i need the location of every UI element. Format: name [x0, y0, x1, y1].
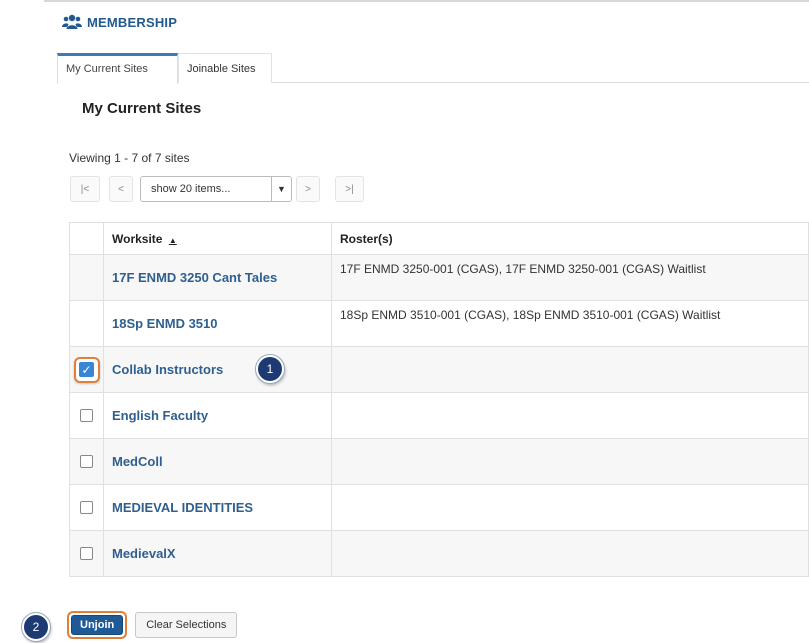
- tool-title: MEMBERSHIP: [87, 14, 178, 30]
- worksite-link[interactable]: 17F ENMD 3250 Cant Tales: [103, 254, 332, 301]
- first-page-button[interactable]: |<: [70, 176, 100, 202]
- page-size-value: show 20 items...: [151, 183, 231, 195]
- worksite-link[interactable]: MedColl: [103, 438, 332, 485]
- top-divider: [44, 0, 809, 2]
- tool-header: MEMBERSHIP: [62, 12, 177, 32]
- caret-down-icon: ▼: [271, 177, 291, 201]
- people-icon: [62, 14, 82, 29]
- worksite-header-label: Worksite: [112, 231, 163, 246]
- checkmark-icon: ✓: [79, 362, 94, 377]
- roster-cell: [331, 346, 809, 393]
- roster-cell: 17F ENMD 3250-001 (CGAS), 17F ENMD 3250-…: [331, 254, 809, 301]
- row-checkbox[interactable]: [80, 500, 93, 514]
- row-checkbox[interactable]: [80, 408, 93, 422]
- last-page-button[interactable]: >|: [335, 176, 364, 202]
- row-select-cell: [69, 438, 104, 485]
- roster-cell: [331, 484, 809, 531]
- table-row: 17F ENMD 3250 Cant Tales 17F ENMD 3250-0…: [69, 254, 809, 301]
- tab-my-current-sites[interactable]: My Current Sites: [57, 53, 178, 84]
- step-callout-2: 2: [22, 613, 50, 641]
- table-row: ✓ Collab Instructors: [69, 346, 809, 393]
- table-row: MedievalX: [69, 530, 809, 577]
- select-column-header: [69, 222, 104, 255]
- row-checkbox[interactable]: [80, 546, 93, 560]
- roster-cell: [331, 530, 809, 577]
- worksite-link[interactable]: MedievalX: [103, 530, 332, 577]
- table-row: MEDIEVAL IDENTITIES: [69, 484, 809, 531]
- rosters-column-header: Roster(s): [331, 222, 809, 255]
- unjoin-button[interactable]: Unjoin: [71, 615, 124, 635]
- table-row: MedColl: [69, 438, 809, 485]
- table-row: 18Sp ENMD 3510 18Sp ENMD 3510-001 (CGAS)…: [69, 300, 809, 347]
- sort-ascending-icon: ▲: [168, 235, 177, 245]
- row-select-cell: [69, 254, 104, 301]
- viewing-count: Viewing 1 - 7 of 7 sites: [69, 151, 190, 165]
- tab-bar: My Current Sites Joinable Sites: [57, 53, 809, 84]
- row-checkbox[interactable]: [80, 454, 93, 468]
- roster-cell: 18Sp ENMD 3510-001 (CGAS), 18Sp ENMD 351…: [331, 300, 809, 347]
- table-row: English Faculty: [69, 392, 809, 439]
- worksite-link[interactable]: 18Sp ENMD 3510: [103, 300, 332, 347]
- page-title: My Current Sites: [82, 100, 202, 117]
- worksite-link[interactable]: English Faculty: [103, 392, 332, 439]
- row-select-cell: ✓: [69, 346, 104, 393]
- pager: |< < show 20 items... ▼ > >|: [70, 176, 364, 202]
- unjoin-highlight: Unjoin: [67, 611, 128, 639]
- previous-page-button[interactable]: <: [109, 176, 133, 202]
- roster-cell: [331, 392, 809, 439]
- next-page-button[interactable]: >: [296, 176, 320, 202]
- action-bar: Unjoin Clear Selections: [67, 611, 238, 639]
- row-select-cell: [69, 392, 104, 439]
- worksite-link[interactable]: Collab Instructors: [103, 346, 332, 393]
- row-select-cell: [69, 530, 104, 577]
- row-select-cell: [69, 484, 104, 531]
- row-checkbox-checked[interactable]: ✓: [73, 356, 100, 383]
- page-size-select[interactable]: show 20 items... ▼: [140, 176, 292, 202]
- sites-table: Worksite ▲ Roster(s) 17F ENMD 3250 Cant …: [69, 222, 809, 577]
- worksite-link[interactable]: MEDIEVAL IDENTITIES: [103, 484, 332, 531]
- step-callout-1: 1: [256, 355, 284, 383]
- row-select-cell: [69, 300, 104, 347]
- table-header-row: Worksite ▲ Roster(s): [69, 222, 809, 255]
- tab-joinable-sites[interactable]: Joinable Sites: [178, 53, 272, 83]
- clear-selections-button[interactable]: Clear Selections: [135, 612, 238, 638]
- roster-cell: [331, 438, 809, 485]
- worksite-column-header[interactable]: Worksite ▲: [103, 222, 332, 255]
